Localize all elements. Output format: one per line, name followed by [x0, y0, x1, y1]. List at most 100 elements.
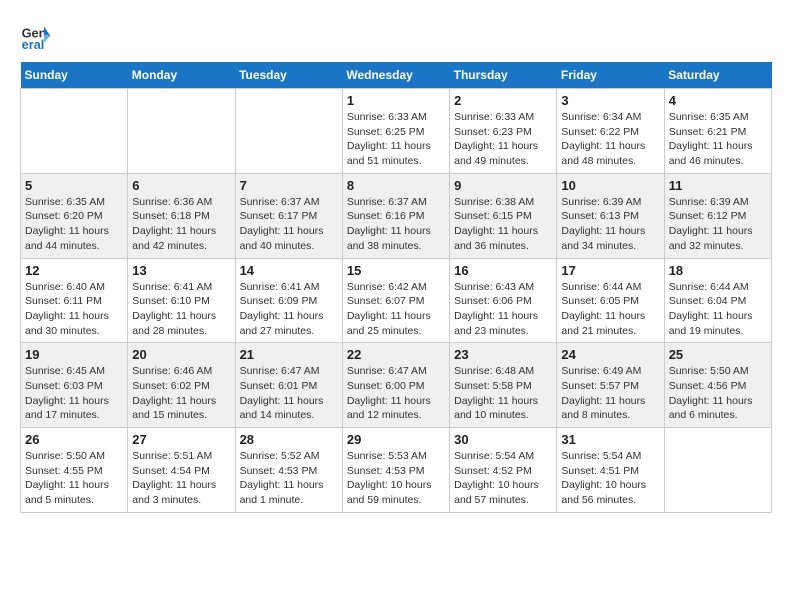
header-cell-saturday: Saturday	[664, 62, 771, 89]
day-info: Sunrise: 6:40 AM Sunset: 6:11 PM Dayligh…	[25, 280, 123, 339]
day-number: 10	[561, 178, 659, 193]
day-number: 27	[132, 432, 230, 447]
day-number: 8	[347, 178, 445, 193]
day-cell	[664, 428, 771, 513]
day-cell: 17 Sunrise: 6:44 AM Sunset: 6:05 PM Dayli…	[557, 258, 664, 343]
day-info: Sunrise: 6:43 AM Sunset: 6:06 PM Dayligh…	[454, 280, 552, 339]
day-cell: 14 Sunrise: 6:41 AM Sunset: 6:09 PM Dayli…	[235, 258, 342, 343]
day-cell: 25 Sunrise: 5:50 AM Sunset: 4:56 PM Dayli…	[664, 343, 771, 428]
page-header: Gen eral	[20, 20, 772, 52]
day-number: 14	[240, 263, 338, 278]
day-info: Sunrise: 6:44 AM Sunset: 6:04 PM Dayligh…	[669, 280, 767, 339]
day-cell: 24 Sunrise: 6:49 AM Sunset: 5:57 PM Dayli…	[557, 343, 664, 428]
day-number: 20	[132, 347, 230, 362]
header-cell-wednesday: Wednesday	[342, 62, 449, 89]
day-cell: 15 Sunrise: 6:42 AM Sunset: 6:07 PM Dayli…	[342, 258, 449, 343]
day-number: 19	[25, 347, 123, 362]
day-number: 30	[454, 432, 552, 447]
day-cell: 2Sunrise: 6:33 AM Sunset: 6:23 PM Daylig…	[450, 89, 557, 174]
day-cell: 19 Sunrise: 6:45 AM Sunset: 6:03 PM Dayli…	[21, 343, 128, 428]
day-number: 17	[561, 263, 659, 278]
day-cell: 4 Sunrise: 6:35 AM Sunset: 6:21 PM Daylig…	[664, 89, 771, 174]
day-cell: 29Sunrise: 5:53 AM Sunset: 4:53 PM Dayli…	[342, 428, 449, 513]
day-cell: 28 Sunrise: 5:52 AM Sunset: 4:53 PM Dayli…	[235, 428, 342, 513]
day-cell: 23Sunrise: 6:48 AM Sunset: 5:58 PM Dayli…	[450, 343, 557, 428]
day-number: 2	[454, 93, 552, 108]
day-cell: 31 Sunrise: 5:54 AM Sunset: 4:51 PM Dayli…	[557, 428, 664, 513]
day-cell: 3 Sunrise: 6:34 AM Sunset: 6:22 PM Daylig…	[557, 89, 664, 174]
day-number: 6	[132, 178, 230, 193]
day-info: Sunrise: 6:35 AM Sunset: 6:20 PM Dayligh…	[25, 195, 123, 254]
day-info: Sunrise: 6:38 AM Sunset: 6:15 PM Dayligh…	[454, 195, 552, 254]
day-info: Sunrise: 6:41 AM Sunset: 6:09 PM Dayligh…	[240, 280, 338, 339]
day-cell: 21Sunrise: 6:47 AM Sunset: 6:01 PM Dayli…	[235, 343, 342, 428]
day-info: Sunrise: 6:41 AM Sunset: 6:10 PM Dayligh…	[132, 280, 230, 339]
day-number: 15	[347, 263, 445, 278]
day-cell: 5Sunrise: 6:35 AM Sunset: 6:20 PM Daylig…	[21, 173, 128, 258]
day-cell: 1 Sunrise: 6:33 AM Sunset: 6:25 PM Daylig…	[342, 89, 449, 174]
day-cell: 10Sunrise: 6:39 AM Sunset: 6:13 PM Dayli…	[557, 173, 664, 258]
day-cell: 18 Sunrise: 6:44 AM Sunset: 6:04 PM Dayli…	[664, 258, 771, 343]
day-info: Sunrise: 6:37 AM Sunset: 6:17 PM Dayligh…	[240, 195, 338, 254]
day-cell: 30 Sunrise: 5:54 AM Sunset: 4:52 PM Dayli…	[450, 428, 557, 513]
day-cell: 9 Sunrise: 6:38 AM Sunset: 6:15 PM Daylig…	[450, 173, 557, 258]
day-cell: 13 Sunrise: 6:41 AM Sunset: 6:10 PM Dayli…	[128, 258, 235, 343]
day-number: 11	[669, 178, 767, 193]
day-number: 3	[561, 93, 659, 108]
day-number: 31	[561, 432, 659, 447]
day-info: Sunrise: 5:54 AM Sunset: 4:52 PM Dayligh…	[454, 449, 552, 508]
day-info: Sunrise: 5:53 AM Sunset: 4:53 PM Dayligh…	[347, 449, 445, 508]
day-number: 7	[240, 178, 338, 193]
day-cell: 26 Sunrise: 5:50 AM Sunset: 4:55 PM Dayli…	[21, 428, 128, 513]
day-cell: 22 Sunrise: 6:47 AM Sunset: 6:00 PM Dayli…	[342, 343, 449, 428]
day-info: Sunrise: 6:36 AM Sunset: 6:18 PM Dayligh…	[132, 195, 230, 254]
day-info: Sunrise: 6:37 AM Sunset: 6:16 PM Dayligh…	[347, 195, 445, 254]
day-number: 13	[132, 263, 230, 278]
day-info: Sunrise: 6:34 AM Sunset: 6:22 PM Dayligh…	[561, 110, 659, 169]
day-number: 23	[454, 347, 552, 362]
day-cell: 7 Sunrise: 6:37 AM Sunset: 6:17 PM Daylig…	[235, 173, 342, 258]
day-cell	[21, 89, 128, 174]
day-info: Sunrise: 6:49 AM Sunset: 5:57 PM Dayligh…	[561, 364, 659, 423]
day-info: Sunrise: 6:35 AM Sunset: 6:21 PM Dayligh…	[669, 110, 767, 169]
day-info: Sunrise: 5:51 AM Sunset: 4:54 PM Dayligh…	[132, 449, 230, 508]
day-cell: 16 Sunrise: 6:43 AM Sunset: 6:06 PM Dayli…	[450, 258, 557, 343]
day-number: 25	[669, 347, 767, 362]
day-number: 12	[25, 263, 123, 278]
day-cell: 8 Sunrise: 6:37 AM Sunset: 6:16 PM Daylig…	[342, 173, 449, 258]
day-info: Sunrise: 5:50 AM Sunset: 4:55 PM Dayligh…	[25, 449, 123, 508]
day-number: 24	[561, 347, 659, 362]
day-info: Sunrise: 6:33 AM Sunset: 6:25 PM Dayligh…	[347, 110, 445, 169]
day-info: Sunrise: 6:44 AM Sunset: 6:05 PM Dayligh…	[561, 280, 659, 339]
day-number: 28	[240, 432, 338, 447]
day-info: Sunrise: 6:39 AM Sunset: 6:12 PM Dayligh…	[669, 195, 767, 254]
day-cell	[128, 89, 235, 174]
day-number: 1	[347, 93, 445, 108]
day-info: Sunrise: 6:45 AM Sunset: 6:03 PM Dayligh…	[25, 364, 123, 423]
day-number: 18	[669, 263, 767, 278]
day-number: 22	[347, 347, 445, 362]
day-info: Sunrise: 5:52 AM Sunset: 4:53 PM Dayligh…	[240, 449, 338, 508]
day-number: 9	[454, 178, 552, 193]
day-info: Sunrise: 5:54 AM Sunset: 4:51 PM Dayligh…	[561, 449, 659, 508]
week-row-5: 26 Sunrise: 5:50 AM Sunset: 4:55 PM Dayli…	[21, 428, 772, 513]
logo: Gen eral	[20, 20, 56, 52]
header-cell-sunday: Sunday	[21, 62, 128, 89]
day-number: 4	[669, 93, 767, 108]
header-cell-monday: Monday	[128, 62, 235, 89]
day-info: Sunrise: 6:47 AM Sunset: 6:01 PM Dayligh…	[240, 364, 338, 423]
day-number: 26	[25, 432, 123, 447]
day-number: 16	[454, 263, 552, 278]
logo-icon: Gen eral	[20, 20, 52, 52]
day-cell: 20 Sunrise: 6:46 AM Sunset: 6:02 PM Dayli…	[128, 343, 235, 428]
day-info: Sunrise: 6:47 AM Sunset: 6:00 PM Dayligh…	[347, 364, 445, 423]
day-info: Sunrise: 6:42 AM Sunset: 6:07 PM Dayligh…	[347, 280, 445, 339]
day-info: Sunrise: 6:46 AM Sunset: 6:02 PM Dayligh…	[132, 364, 230, 423]
day-cell	[235, 89, 342, 174]
header-row: SundayMondayTuesdayWednesdayThursdayFrid…	[21, 62, 772, 89]
day-info: Sunrise: 5:50 AM Sunset: 4:56 PM Dayligh…	[669, 364, 767, 423]
week-row-2: 5Sunrise: 6:35 AM Sunset: 6:20 PM Daylig…	[21, 173, 772, 258]
header-cell-friday: Friday	[557, 62, 664, 89]
day-cell: 11 Sunrise: 6:39 AM Sunset: 6:12 PM Dayli…	[664, 173, 771, 258]
calendar-table: SundayMondayTuesdayWednesdayThursdayFrid…	[20, 62, 772, 513]
